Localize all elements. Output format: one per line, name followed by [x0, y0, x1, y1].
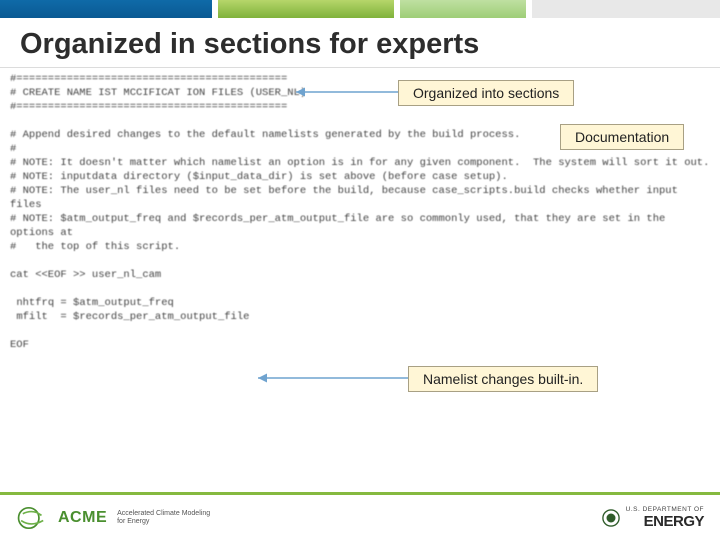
code-area: #=======================================… — [0, 68, 720, 496]
acme-logo-text: ACME — [58, 509, 107, 527]
doe-logo: U.S. DEPARTMENT OF ENERGY — [602, 506, 704, 530]
callout-organized-sections: Organized into sections — [398, 80, 574, 106]
code-block: #=======================================… — [10, 72, 710, 352]
callout-namelist-changes: Namelist changes built-in. — [408, 366, 598, 392]
acme-tagline-2: for Energy — [117, 518, 210, 526]
doe-seal-icon — [602, 509, 620, 527]
acme-logo: ACME Accelerated Climate Modeling for En… — [16, 505, 210, 531]
doe-label-top: U.S. DEPARTMENT OF — [626, 506, 704, 513]
acme-tagline-1: Accelerated Climate Modeling — [117, 510, 210, 518]
decorative-top-stripes — [0, 0, 720, 18]
acme-mark-icon — [16, 505, 50, 531]
slide-title: Organized in sections for experts — [0, 18, 720, 68]
doe-label-main: ENERGY — [626, 513, 704, 530]
callout-documentation: Documentation — [560, 124, 684, 150]
footer: ACME Accelerated Climate Modeling for En… — [0, 492, 720, 540]
